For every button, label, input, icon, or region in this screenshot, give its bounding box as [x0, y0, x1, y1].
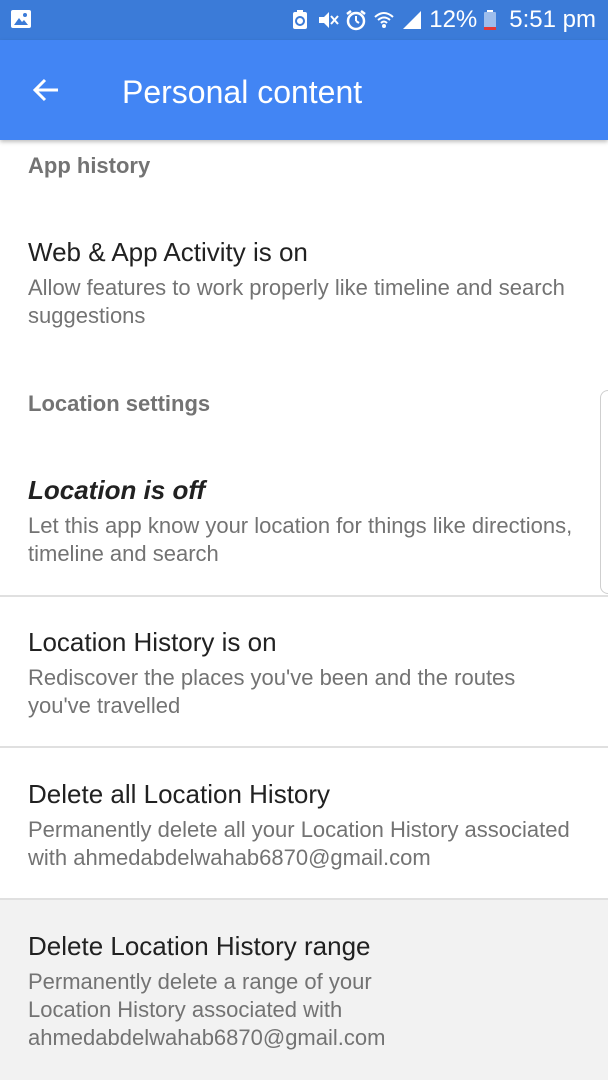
section-header-location-settings: Location settings [28, 391, 211, 416]
status-icons: 12% 5:51 pm [289, 0, 596, 40]
wifi-icon [374, 12, 394, 28]
location-history-item[interactable]: Location History is on Rediscover the pl… [0, 626, 608, 720]
section-header-app-history: App history [28, 153, 151, 178]
item-title: Web & App Activity is on [28, 237, 308, 267]
battery-icon [484, 10, 497, 30]
delete-all-location-history-item[interactable]: Delete all Location History Permanently … [0, 778, 608, 872]
status-bar: 12% 5:51 pm [0, 0, 608, 40]
scrollbar[interactable] [600, 390, 608, 594]
alarm-icon [346, 10, 366, 31]
item-title: Delete Location History range [28, 931, 371, 961]
divider [0, 746, 608, 748]
item-title: Location is off [28, 475, 206, 505]
item-subtitle: Let this app know your location for thin… [28, 513, 573, 566]
web-app-activity-item[interactable]: Web & App Activity is on Allow features … [0, 236, 608, 330]
battery-percent: 12% [429, 6, 478, 33]
location-item[interactable]: Location is off Let this app know your l… [0, 474, 608, 568]
item-title: Delete all Location History [28, 779, 331, 809]
status-clock: 5:51 pm [509, 6, 596, 33]
item-subtitle: Permanently delete all your Location His… [28, 817, 570, 870]
image-icon [11, 10, 31, 28]
item-title: Location History is on [28, 627, 277, 657]
item-subtitle: Allow features to work properly like tim… [28, 275, 565, 328]
arrow-left-icon [32, 78, 58, 102]
item-subtitle: Permanently delete a range of your Locat… [28, 969, 386, 1050]
item-subtitle: Rediscover the places you've been and th… [28, 665, 516, 718]
sync-icon [293, 10, 308, 29]
page-title: Personal content [122, 74, 363, 110]
back-button[interactable] [22, 68, 70, 112]
delete-location-history-range-item[interactable]: Delete Location History range Permanentl… [0, 900, 608, 1080]
settings-list: App history Web & App Activity is on All… [0, 140, 608, 1080]
signal-icon [403, 11, 422, 29]
divider [0, 595, 608, 597]
app-bar: Personal content [0, 40, 608, 140]
mute-icon [319, 12, 339, 28]
